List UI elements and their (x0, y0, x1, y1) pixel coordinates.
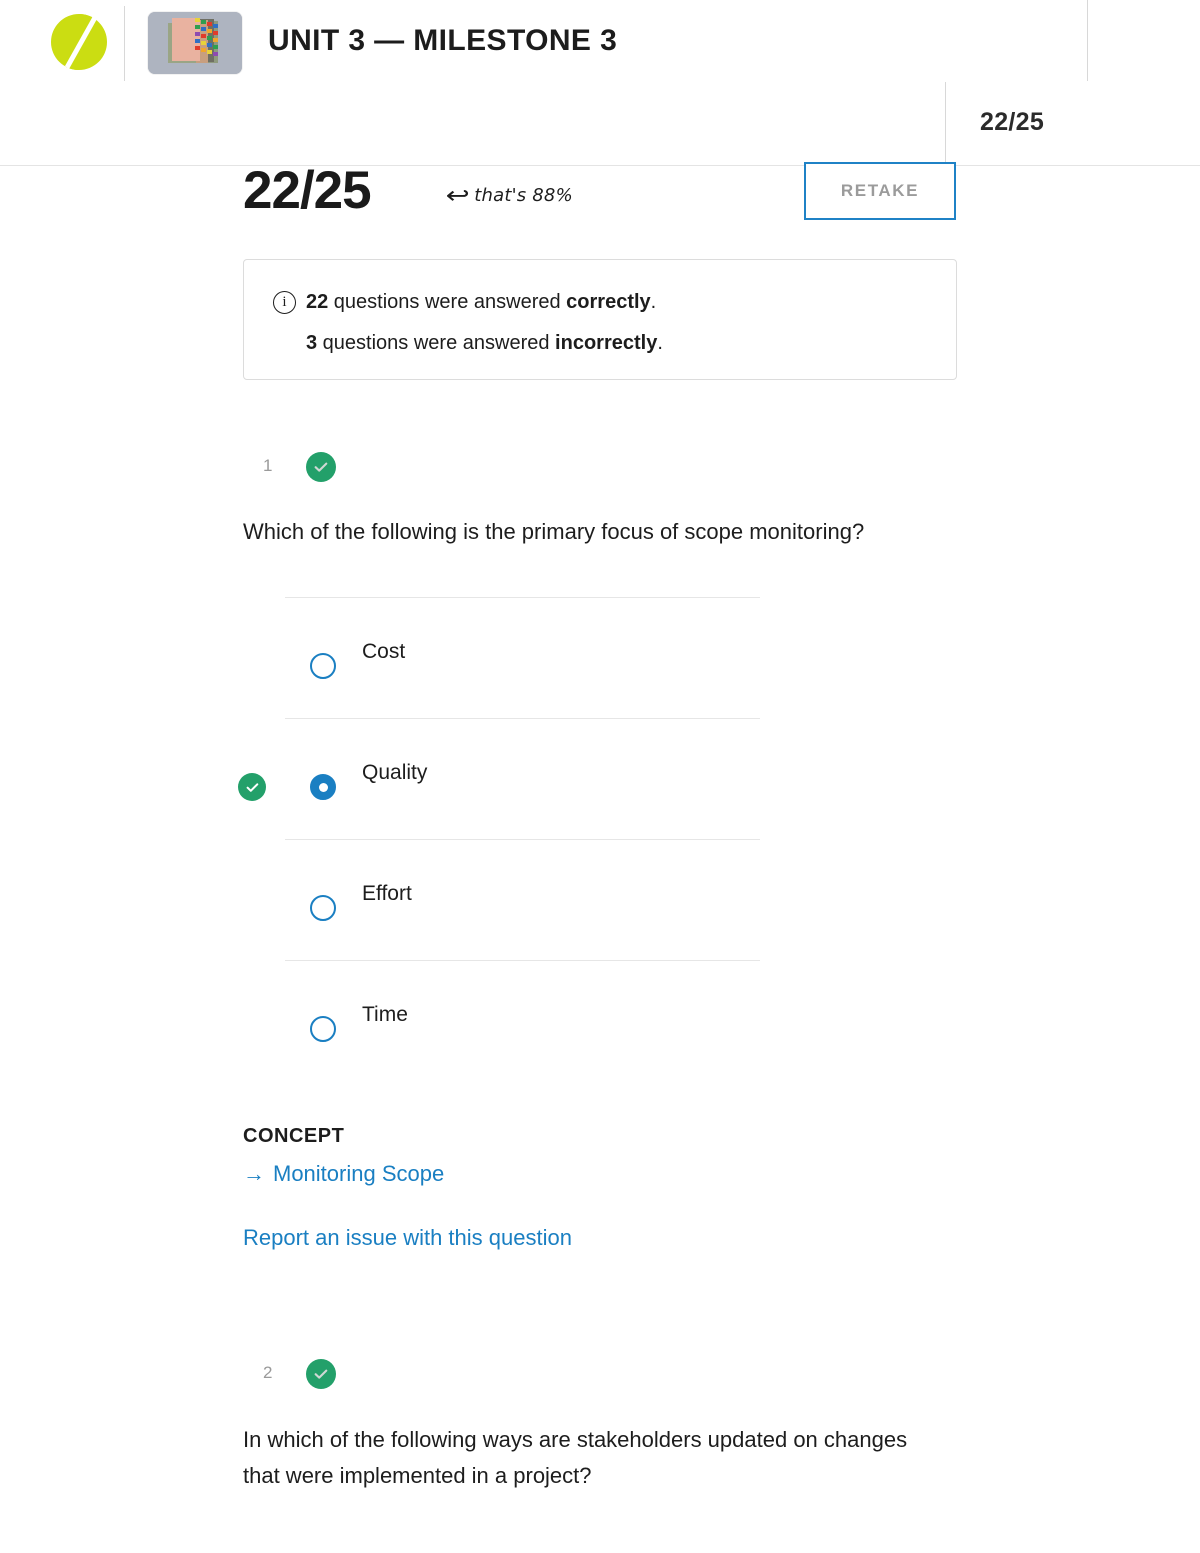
incorrect-word: incorrectly (555, 332, 658, 354)
radio-option-quality[interactable] (310, 774, 336, 800)
header-divider-score (945, 82, 946, 166)
correct-text-mid: questions were answered (328, 291, 567, 313)
answer-summary-box: i 22 questions were answered correctly. … (243, 259, 957, 380)
option-label: Cost (362, 640, 406, 663)
header-bottom-rule (0, 165, 1200, 166)
option-label: Time (362, 1003, 408, 1026)
incorrect-count: 3 (306, 332, 318, 354)
concept-heading: CONCEPT (243, 1125, 345, 1147)
score-percent-text: that's 88% (474, 185, 573, 206)
curved-left-arrow-icon: ↩ (445, 183, 470, 209)
question-number-1: 1 (263, 456, 273, 475)
incorrect-summary-line: 3 questions were answered incorrectly. (306, 332, 663, 355)
page-header: UNIT 3 — MILESTONE 3 22/25 (0, 0, 1200, 166)
question-1-status-check-circle-icon (306, 452, 336, 482)
option-row[interactable]: Quality (238, 718, 760, 839)
correct-count: 22 (306, 291, 329, 313)
correct-word: correctly (566, 291, 651, 313)
header-score: 22/25 (980, 108, 1045, 136)
radio-option-cost[interactable] (310, 653, 336, 679)
report-issue-link[interactable]: Report an issue with this question (243, 1225, 572, 1251)
question-2-status-check-circle-icon (306, 1359, 336, 1389)
header-divider-right (1087, 0, 1088, 81)
radio-option-time[interactable] (310, 1016, 336, 1042)
retake-button[interactable]: RETAKE (804, 162, 956, 220)
header-divider-left (124, 6, 125, 81)
option-label: Effort (362, 882, 412, 905)
course-thumbnail[interactable] (148, 12, 242, 74)
option-row[interactable]: Time (285, 960, 760, 1081)
sophia-leaf-logo-icon[interactable] (48, 11, 110, 73)
unit-title: UNIT 3 — MILESTONE 3 (268, 24, 618, 57)
option-label: Quality (362, 761, 428, 784)
option-row[interactable]: Cost (285, 597, 760, 718)
concept-link-label: Monitoring Scope (273, 1161, 445, 1186)
score-percent-note: ↩ that's 88% (445, 183, 573, 209)
question-1-options: Cost Quality Effort Time (238, 597, 760, 1081)
incorrect-period: . (657, 332, 663, 354)
question-number-2: 2 (263, 1363, 273, 1382)
correct-answer-check-circle-icon (238, 773, 266, 801)
question-2-text: In which of the following ways are stake… (243, 1427, 908, 1488)
info-circle-icon: i (273, 291, 296, 314)
correct-period: . (650, 291, 657, 313)
right-arrow-icon: → (243, 1161, 265, 1186)
correct-summary-line: 22 questions were answered correctly. (306, 291, 656, 314)
radio-option-effort[interactable] (310, 895, 336, 921)
option-row[interactable]: Effort (285, 839, 760, 960)
incorrect-text-mid: questions were answered (317, 332, 556, 354)
concept-link[interactable]: → Monitoring Scope (243, 1161, 444, 1187)
question-1-text: Which of the following is the primary fo… (243, 519, 865, 544)
score-value: 22/25 (243, 161, 372, 220)
